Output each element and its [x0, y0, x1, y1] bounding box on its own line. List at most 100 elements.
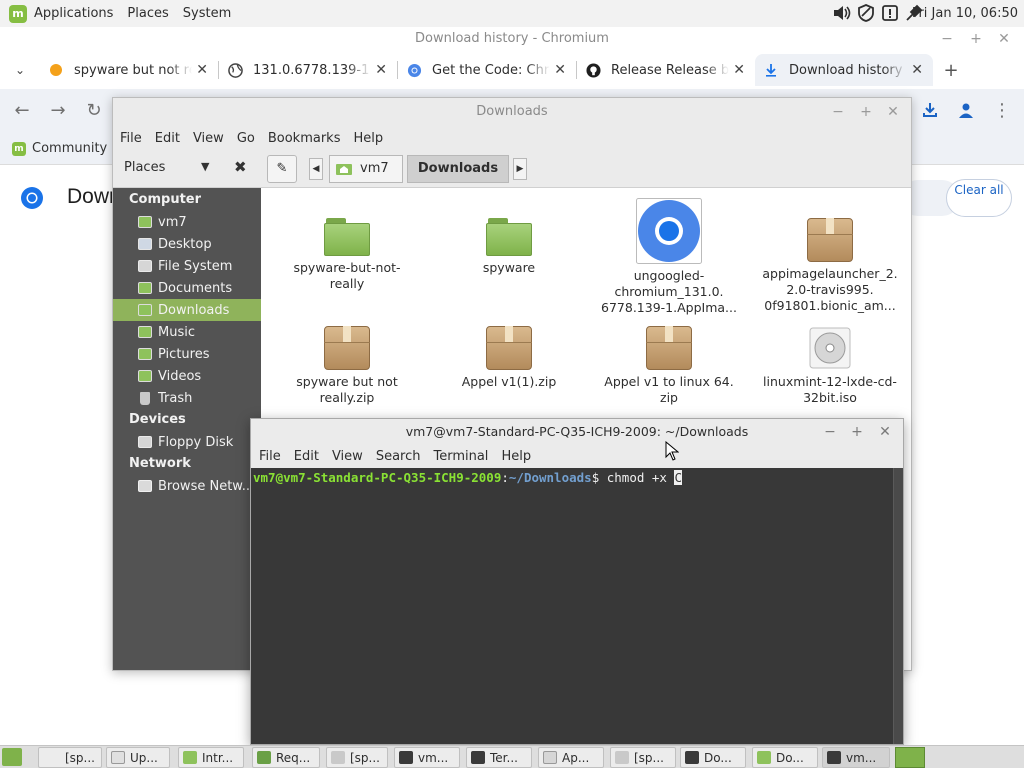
terminal-title: vm7@vm7-Standard-PC-Q35-ICH9-2009: ~/Dow… — [251, 419, 903, 445]
update-alert-icon[interactable] — [880, 3, 900, 23]
taskbar-button-2[interactable]: Up... — [106, 747, 170, 768]
system-menu[interactable]: System — [183, 6, 231, 21]
minimize-button[interactable]: − — [938, 30, 956, 48]
menu-view[interactable]: View — [332, 449, 363, 464]
tab-search-chevron-icon[interactable]: ⌄ — [0, 63, 40, 77]
breadcrumb-left-arrow-icon[interactable]: ◀ — [309, 158, 323, 180]
sidebar-item-videos[interactable]: Videos — [113, 365, 261, 387]
close-button[interactable]: ✕ — [995, 30, 1013, 48]
menu-file[interactable]: File — [259, 449, 281, 464]
taskbar-button-7[interactable]: Ter... — [466, 747, 532, 768]
mint-menu-icon[interactable]: m — [9, 4, 27, 23]
minimize-button[interactable]: − — [821, 423, 839, 441]
menu-edit[interactable]: Edit — [294, 449, 319, 464]
tab-close-icon[interactable]: ✕ — [733, 62, 745, 78]
trash-icon — [140, 391, 150, 405]
menu-help[interactable]: Help — [353, 131, 383, 146]
tab-close-icon[interactable]: ✕ — [911, 62, 923, 78]
sidebar-item-trash[interactable]: Trash — [113, 387, 261, 409]
taskbar-button-1[interactable]: [sp... — [38, 747, 102, 768]
tab-close-icon[interactable]: ✕ — [196, 62, 208, 78]
minimize-button[interactable]: − — [829, 103, 847, 121]
sidebar-item-file-system[interactable]: File System — [113, 255, 261, 277]
menu-terminal[interactable]: Terminal — [433, 449, 488, 464]
tab-get-the-code[interactable]: Get the Code: Chromium ✕ — [398, 54, 576, 86]
breadcrumb-vm7[interactable]: vm7 — [329, 155, 403, 183]
folder-icon — [331, 751, 345, 764]
taskbar-button-6[interactable]: vm... — [394, 747, 460, 768]
places-menu[interactable]: Places — [127, 6, 168, 21]
show-desktop-icon[interactable] — [2, 748, 22, 766]
tab-version[interactable]: 131.0.6778.139-1.1 ✕ — [219, 54, 397, 86]
volume-icon[interactable] — [832, 3, 852, 23]
menu-help[interactable]: Help — [501, 449, 531, 464]
sidebar-item-browse-network[interactable]: Browse Netw... — [113, 475, 261, 497]
clear-all-button[interactable]: Clear all — [946, 179, 1012, 217]
reload-icon[interactable]: ↻ — [84, 101, 104, 121]
applications-menu[interactable]: Applications — [34, 6, 113, 21]
menu-search[interactable]: Search — [376, 449, 421, 464]
new-tab-plus-icon[interactable]: + — [933, 60, 969, 81]
menu-file[interactable]: File — [120, 131, 142, 146]
file-item[interactable]: Appel v1(1).zip — [434, 326, 584, 390]
menu-dots-icon[interactable]: ⋮ — [992, 101, 1012, 121]
terminal-scrollbar[interactable] — [893, 468, 903, 744]
sidebar-item-pictures[interactable]: Pictures — [113, 343, 261, 365]
shield-icon — [111, 751, 125, 764]
file-item[interactable]: spyware-but-not- really — [272, 218, 422, 292]
taskbar-button-11[interactable]: Do... — [752, 747, 818, 768]
menu-bookmarks[interactable]: Bookmarks — [268, 131, 341, 146]
clock[interactable]: Fri Jan 10, 06:50 — [912, 6, 1018, 21]
menu-edit[interactable]: Edit — [155, 131, 180, 146]
bookmark-community[interactable]: m Community — [12, 141, 107, 156]
sidebar-item-downloads[interactable]: Downloads — [113, 299, 261, 321]
maximize-button[interactable]: + — [857, 103, 875, 121]
menu-view[interactable]: View — [193, 131, 224, 146]
file-item[interactable]: spyware but not really.zip — [272, 326, 422, 406]
maximize-button[interactable]: + — [967, 30, 985, 48]
places-dropdown-icon[interactable]: ▼ — [201, 160, 209, 173]
system-tray — [832, 3, 924, 23]
places-selector[interactable]: Places — [124, 160, 165, 175]
breadcrumb-right-arrow-icon[interactable]: ▶ — [513, 158, 527, 180]
file-item[interactable]: linuxmint-12-lxde-cd- 32bit.iso — [755, 326, 905, 406]
close-button[interactable]: ✕ — [876, 423, 894, 441]
sidebar-item-label: File System — [158, 258, 233, 274]
taskbar-button-12[interactable]: vm... — [822, 747, 890, 768]
close-sidebar-icon[interactable]: ✖ — [234, 158, 247, 176]
back-arrow-icon[interactable]: ← — [12, 101, 32, 121]
sidebar-item-documents[interactable]: Documents — [113, 277, 261, 299]
sidebar-item-floppy-disk[interactable]: Floppy Disk — [113, 431, 261, 453]
close-button[interactable]: ✕ — [884, 103, 902, 121]
breadcrumb-downloads[interactable]: Downloads — [407, 155, 509, 183]
taskbar-button-5[interactable]: [sp... — [326, 747, 388, 768]
tab-release[interactable]: Release Release bionic ✕ — [577, 54, 755, 86]
file-item[interactable]: Appel v1 to linux 64. zip — [594, 326, 744, 406]
workspace-switcher[interactable] — [895, 747, 925, 768]
app-icon — [183, 751, 197, 764]
terminal-output[interactable]: vm7@vm7-Standard-PC-Q35-ICH9-2009:~/Down… — [251, 468, 903, 744]
sidebar-item-vm7[interactable]: vm7 — [113, 211, 261, 233]
taskbar-button-8[interactable]: Ap... — [538, 747, 604, 768]
tab-close-icon[interactable]: ✕ — [375, 62, 387, 78]
menu-go[interactable]: Go — [237, 131, 255, 146]
tab-download-history[interactable]: Download history ✕ — [755, 54, 933, 86]
taskbar-button-10[interactable]: Do... — [680, 747, 746, 768]
taskbar-button-3[interactable]: Intr... — [178, 747, 244, 768]
taskbar-button-4[interactable]: Req... — [252, 747, 320, 768]
sidebar-item-desktop[interactable]: Desktop — [113, 233, 261, 255]
tab-close-icon[interactable]: ✕ — [554, 62, 566, 78]
profile-icon[interactable] — [956, 101, 976, 121]
folder-icon — [138, 370, 152, 382]
downloads-toolbar-icon[interactable] — [920, 101, 940, 121]
maximize-button[interactable]: + — [848, 423, 866, 441]
tab-spyware-zip[interactable]: spyware but not really.zip ✕ — [40, 54, 218, 86]
file-item[interactable]: appimagelauncher_2. 2.0-travis995. 0f918… — [755, 218, 905, 314]
forward-arrow-icon[interactable]: → — [48, 101, 68, 121]
shield-icon[interactable] — [856, 3, 876, 23]
taskbar-button-9[interactable]: [sp... — [610, 747, 676, 768]
file-item[interactable]: ungoogled- chromium_131.0. 6778.139-1.Ap… — [594, 198, 744, 316]
toggle-location-edit-button[interactable]: ✎ — [267, 155, 297, 183]
sidebar-item-music[interactable]: Music — [113, 321, 261, 343]
file-item[interactable]: spyware — [434, 218, 584, 276]
